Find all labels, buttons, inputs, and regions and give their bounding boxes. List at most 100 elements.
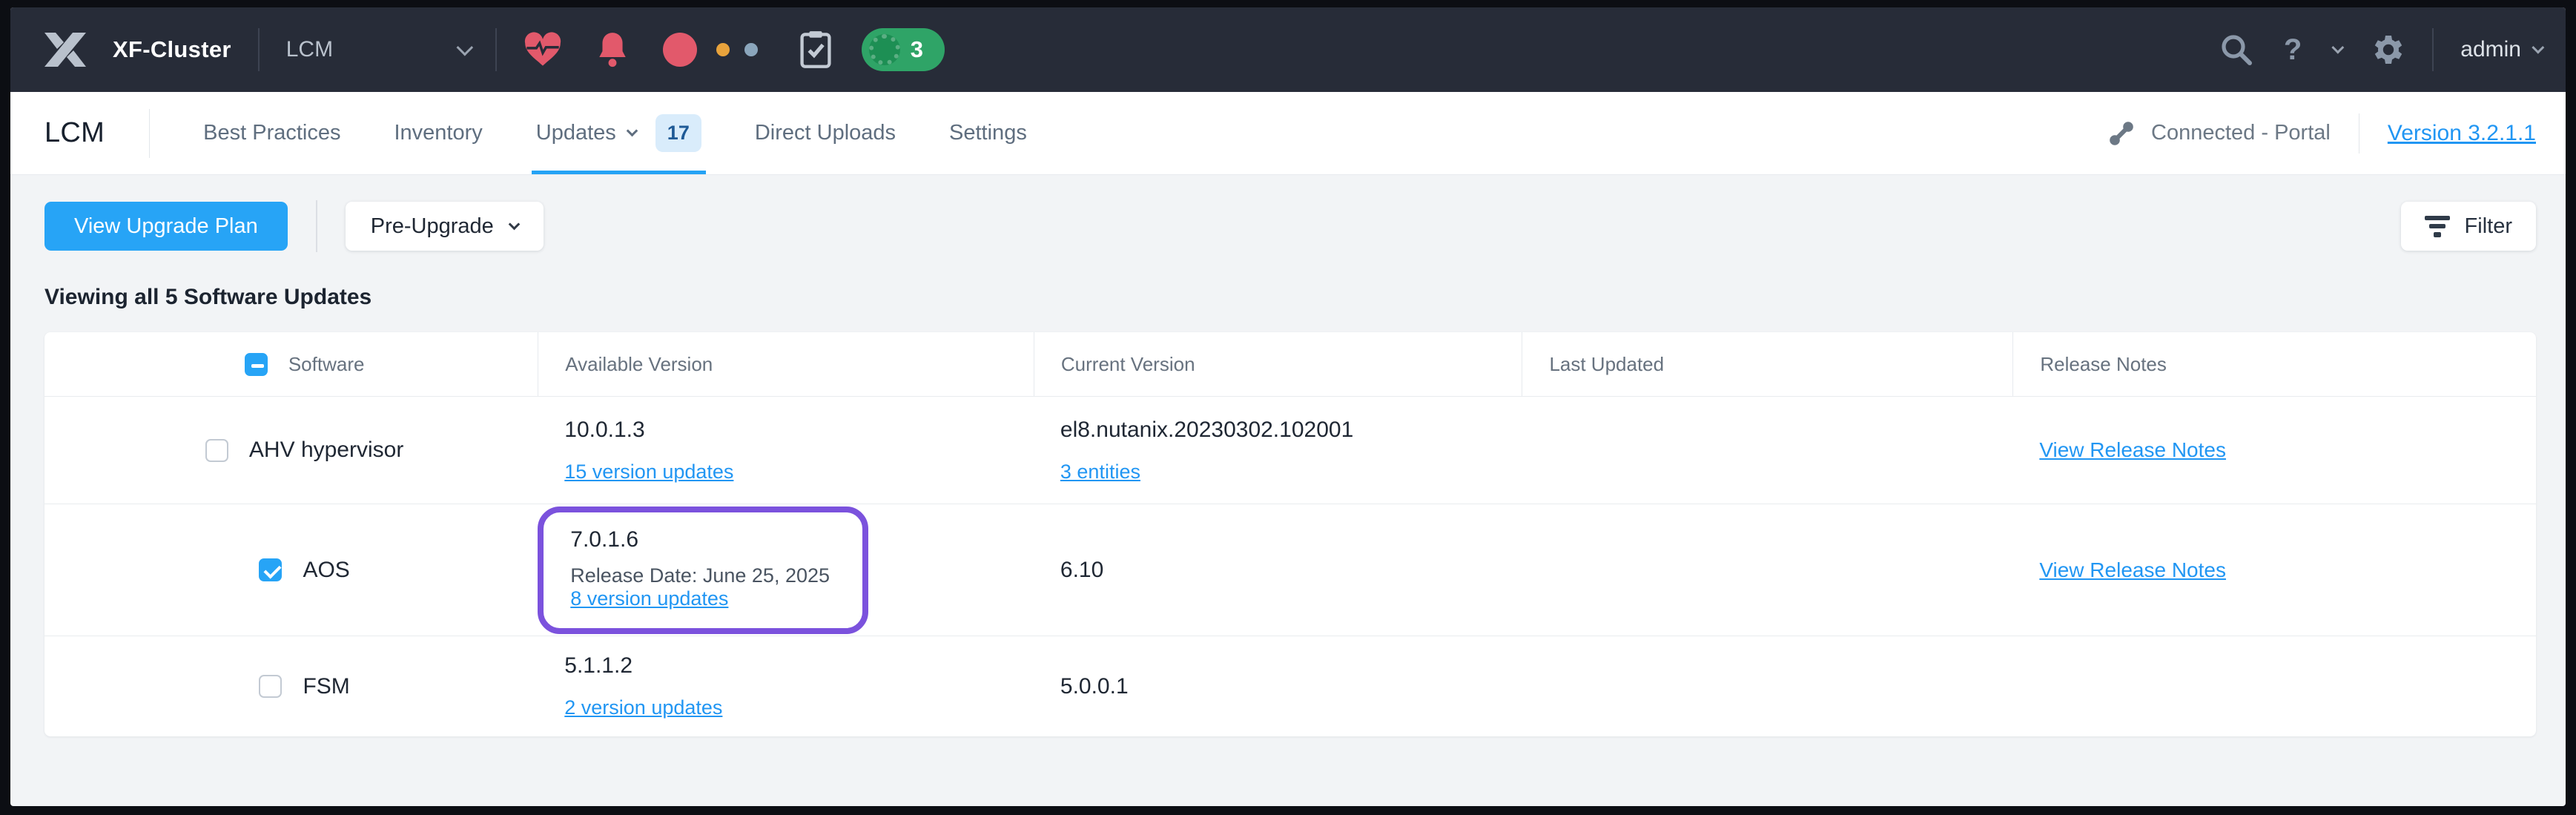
help-icon[interactable]: ? [2284,33,2302,67]
software-name: AOS [303,558,349,583]
app-selector-dropdown[interactable]: LCM [286,37,469,62]
available-version: 10.0.1.3 [564,418,1034,443]
column-header: Current Version [1061,353,1522,376]
updates-summary-heading: Viewing all 5 Software Updates [44,285,2536,310]
screenshot-frame: XF-Cluster LCM [0,0,2576,815]
filter-funnel-icon [2425,216,2450,237]
tab-direct-uploads[interactable]: Direct Uploads [755,92,896,174]
updates-count-badge: 17 [655,114,701,152]
column-header: Software [288,353,365,376]
column-header: Last Updated [1549,353,2012,376]
entities-link[interactable]: 3 entities [1060,461,1140,484]
divider [258,28,260,71]
release-date: Release Date: June 25, 2025 [570,564,830,587]
version-updates-link[interactable]: 2 version updates [564,696,722,719]
current-version: el8.nutanix.20230302.102001 [1060,418,1522,443]
tab-best-practices[interactable]: Best Practices [203,92,340,174]
lcm-version-link[interactable]: Version 3.2.1.1 [2388,121,2536,146]
column-header: Release Notes [2040,353,2536,376]
tab-settings[interactable]: Settings [949,92,1027,174]
last-updated-cell [1522,636,2012,736]
available-version-cell: 5.1.1.2 2 version updates [538,636,1034,736]
search-icon[interactable] [2219,32,2254,67]
header-cell-release-notes: Release Notes [2012,332,2536,396]
view-upgrade-plan-button[interactable]: View Upgrade Plan [44,202,288,251]
chevron-down-icon [456,39,473,56]
view-release-notes-link[interactable]: View Release Notes [2039,558,2226,582]
page-title: LCM [44,117,105,149]
select-all-checkbox[interactable] [245,353,268,376]
top-bar: XF-Cluster LCM [10,7,2566,92]
current-version-cell: 6.10 [1034,504,1522,636]
available-version-cell: 10.0.1.3 15 version updates [538,397,1034,504]
row-checkbox[interactable] [259,675,282,698]
release-notes-cell: View Release Notes [2012,504,2536,636]
tasks-count: 3 [911,36,923,63]
divider [316,200,317,252]
tab-label: Updates [536,121,616,145]
app-selector-label: LCM [286,37,333,62]
chevron-down-icon[interactable] [2332,42,2345,54]
available-version-cell: 7.0.1.6 Release Date: June 25, 2025 8 ve… [538,504,1034,636]
release-notes-cell [2012,636,2536,736]
nutanix-logo-icon[interactable] [44,33,86,67]
header-cell-available-version: Available Version [538,332,1034,396]
cluster-name: XF-Cluster [113,36,231,63]
critical-alert-dot[interactable] [663,33,697,67]
last-updated-cell [1522,397,2012,504]
software-name: AHV hypervisor [249,438,403,463]
row-checkbox[interactable] [205,439,228,462]
user-menu[interactable]: admin [2460,37,2540,62]
alerts-bell-icon[interactable] [595,31,630,68]
task-progress-icon [869,34,900,65]
running-tasks-pill[interactable]: 3 [862,28,945,71]
tab-label: Best Practices [203,121,340,145]
chevron-down-icon [2532,42,2544,54]
software-name: FSM [303,674,349,699]
nav-tabs: Best Practices Inventory Updates 17 Dire… [150,92,1027,174]
current-version-cell: el8.nutanix.20230302.102001 3 entities [1034,397,1522,504]
nav-right-group: Connected - Portal Version 3.2.1.1 [2107,113,2536,154]
available-version: 5.1.1.2 [564,653,1034,679]
filter-label: Filter [2465,214,2512,239]
release-notes-cell: View Release Notes [2012,397,2536,504]
software-name-cell: FSM [44,636,538,736]
chevron-down-icon [508,218,520,230]
app-window: XF-Cluster LCM [10,7,2566,806]
tasks-clipboard-icon[interactable] [799,30,832,69]
current-version: 6.10 [1060,558,1522,583]
available-version: 7.0.1.6 [570,527,830,552]
row-checkbox[interactable] [259,558,282,581]
connection-status: Connected - Portal [2151,121,2331,145]
warning-alert-dot[interactable] [716,43,730,56]
header-cell-software: Software [44,332,538,396]
updates-content: View Upgrade Plan Pre-Upgrade Filter Vie… [10,175,2566,806]
top-bar-right: ? admin [2219,28,2540,71]
last-updated-cell [1522,504,2012,636]
software-name-cell: AOS [44,504,538,636]
version-updates-link[interactable]: 8 version updates [570,587,728,610]
table-row-fsm: FSM 5.1.1.2 2 version updates 5.0.0.1 [44,636,2536,736]
column-header: Available Version [565,353,1034,376]
gear-icon[interactable] [2370,32,2405,67]
updates-toolbar: View Upgrade Plan Pre-Upgrade Filter [44,200,2536,252]
software-name-cell: AHV hypervisor [44,397,538,504]
status-icons-group: 3 [524,28,945,71]
tab-label: Inventory [394,121,482,145]
tab-label: Settings [949,121,1027,145]
current-version-cell: 5.0.0.1 [1034,636,1522,736]
pre-upgrade-dropdown-button[interactable]: Pre-Upgrade [346,202,544,251]
connected-plug-icon [2107,119,2136,148]
version-updates-link[interactable]: 15 version updates [564,461,733,484]
table-row-ahv-hypervisor: AHV hypervisor 10.0.1.3 15 version updat… [44,396,2536,504]
top-bar-left: XF-Cluster LCM [44,28,945,71]
divider [2432,28,2434,71]
health-heart-icon[interactable] [524,32,562,67]
info-alert-dot[interactable] [744,43,758,56]
chevron-down-icon [627,125,638,137]
pre-upgrade-label: Pre-Upgrade [371,214,494,239]
tab-inventory[interactable]: Inventory [394,92,482,174]
tab-updates[interactable]: Updates 17 [536,92,701,174]
view-release-notes-link[interactable]: View Release Notes [2039,438,2226,462]
filter-button[interactable]: Filter [2401,202,2536,251]
